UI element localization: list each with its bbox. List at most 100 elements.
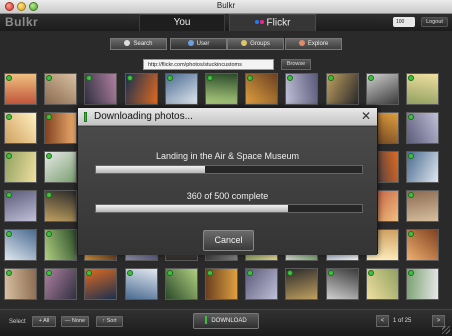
explore-tab-label: Explore [307,41,329,47]
selected-check-icon[interactable] [46,75,52,81]
selected-check-icon[interactable] [6,114,12,120]
previous-page-button[interactable]: < [376,315,389,327]
selected-check-icon[interactable] [46,231,52,237]
photo-thumbnail[interactable] [4,112,37,144]
photo-thumbnail[interactable] [285,73,318,105]
photo-thumbnail[interactable] [4,151,37,183]
selected-check-icon[interactable] [46,114,52,120]
selected-check-icon[interactable] [368,270,374,276]
photo-thumbnail[interactable] [44,73,77,105]
selected-check-icon[interactable] [328,270,334,276]
flickr-logo-icon [254,14,264,30]
groups-tab-label: Groups [250,41,270,47]
photo-thumbnail[interactable] [84,73,117,105]
selected-check-icon[interactable] [247,270,253,276]
selected-check-icon[interactable] [6,75,12,81]
tab-flickr[interactable]: Flickr [229,14,316,31]
progress-indicator-icon [84,112,87,122]
app-header: Bulkr You Flickr 100 Logout [0,14,452,31]
selected-check-icon[interactable] [247,75,253,81]
selected-check-icon[interactable] [127,270,133,276]
logout-button[interactable]: Logout [421,17,448,27]
selected-check-icon[interactable] [408,270,414,276]
selected-check-icon[interactable] [6,270,12,276]
download-indicator-icon [205,316,208,324]
selected-check-icon[interactable] [207,75,213,81]
photo-thumbnail[interactable] [44,229,77,261]
photo-thumbnail[interactable] [406,73,439,105]
selected-check-icon[interactable] [368,75,374,81]
photo-thumbnail[interactable] [285,268,318,300]
user-tab[interactable]: User [170,38,227,50]
download-dialog: Downloading photos... ✕ Landing in the A… [77,107,378,255]
selected-check-icon[interactable] [6,153,12,159]
photo-thumbnail[interactable] [406,112,439,144]
photo-progress-bar [95,165,363,174]
selected-check-icon[interactable] [6,192,12,198]
photo-thumbnail[interactable] [4,268,37,300]
selected-check-icon[interactable] [328,75,334,81]
selected-check-icon[interactable] [6,231,12,237]
photo-thumbnail[interactable] [406,268,439,300]
photo-thumbnail[interactable] [406,190,439,222]
photo-thumbnail[interactable] [326,73,359,105]
photo-thumbnail[interactable] [406,229,439,261]
selected-check-icon[interactable] [86,270,92,276]
photo-thumbnail[interactable] [4,190,37,222]
selected-check-icon[interactable] [46,153,52,159]
photo-thumbnail[interactable] [44,268,77,300]
photo-thumbnail[interactable] [406,151,439,183]
photo-thumbnail[interactable] [326,268,359,300]
selected-check-icon[interactable] [408,192,414,198]
photo-thumbnail[interactable] [125,73,158,105]
selected-check-icon[interactable] [287,75,293,81]
select-all-button[interactable]: + All [32,316,56,327]
resize-grip-icon[interactable] [442,326,450,334]
selected-check-icon[interactable] [46,270,52,276]
select-none-button[interactable]: — None [61,316,89,327]
photo-thumbnail[interactable] [44,151,77,183]
selected-check-icon[interactable] [408,75,414,81]
download-count-text: 360 of 500 complete [186,191,269,201]
selected-check-icon[interactable] [207,270,213,276]
explore-icon [298,40,305,46]
photo-thumbnail[interactable] [125,268,158,300]
url-input[interactable]: http://flickr.com/photos/stuckincustoms [143,59,274,70]
photo-thumbnail[interactable] [245,73,278,105]
selected-check-icon[interactable] [167,75,173,81]
selected-check-icon[interactable] [408,114,414,120]
photo-thumbnail[interactable] [44,112,77,144]
photo-thumbnail[interactable] [366,268,399,300]
download-button[interactable]: DOWNLOAD [193,313,259,329]
search-tab[interactable]: Search [110,38,167,50]
close-icon[interactable]: ✕ [361,109,371,123]
selected-check-icon[interactable] [287,270,293,276]
photo-thumbnail[interactable] [84,268,117,300]
photo-thumbnail[interactable] [44,190,77,222]
search-tab-label: Search [133,41,153,47]
selected-check-icon[interactable] [408,231,414,237]
photo-thumbnail[interactable] [4,73,37,105]
selected-check-icon[interactable] [46,192,52,198]
photo-thumbnail[interactable] [366,73,399,105]
photo-thumbnail[interactable] [245,268,278,300]
photo-thumbnail[interactable] [205,73,238,105]
explore-tab[interactable]: Explore [285,38,342,50]
photo-thumbnail[interactable] [205,268,238,300]
photo-thumbnail[interactable] [4,229,37,261]
photo-thumbnail[interactable] [165,73,198,105]
selected-check-icon[interactable] [86,75,92,81]
browse-button[interactable]: Browse [281,59,311,70]
current-photo-name: Landing in the Air & Space Museum [155,151,300,161]
groups-tab[interactable]: Groups [227,38,284,50]
zoom-select[interactable]: 100 [393,17,415,27]
groups-icon [241,40,248,46]
photo-thumbnail[interactable] [165,268,198,300]
selected-check-icon[interactable] [127,75,133,81]
cancel-button[interactable]: Cancel [203,230,254,251]
tab-you[interactable]: You [139,14,225,31]
selected-check-icon[interactable] [408,153,414,159]
sort-button[interactable]: ↑ Sort [96,316,123,327]
selected-check-icon[interactable] [167,270,173,276]
tab-you-label: You [173,17,191,28]
